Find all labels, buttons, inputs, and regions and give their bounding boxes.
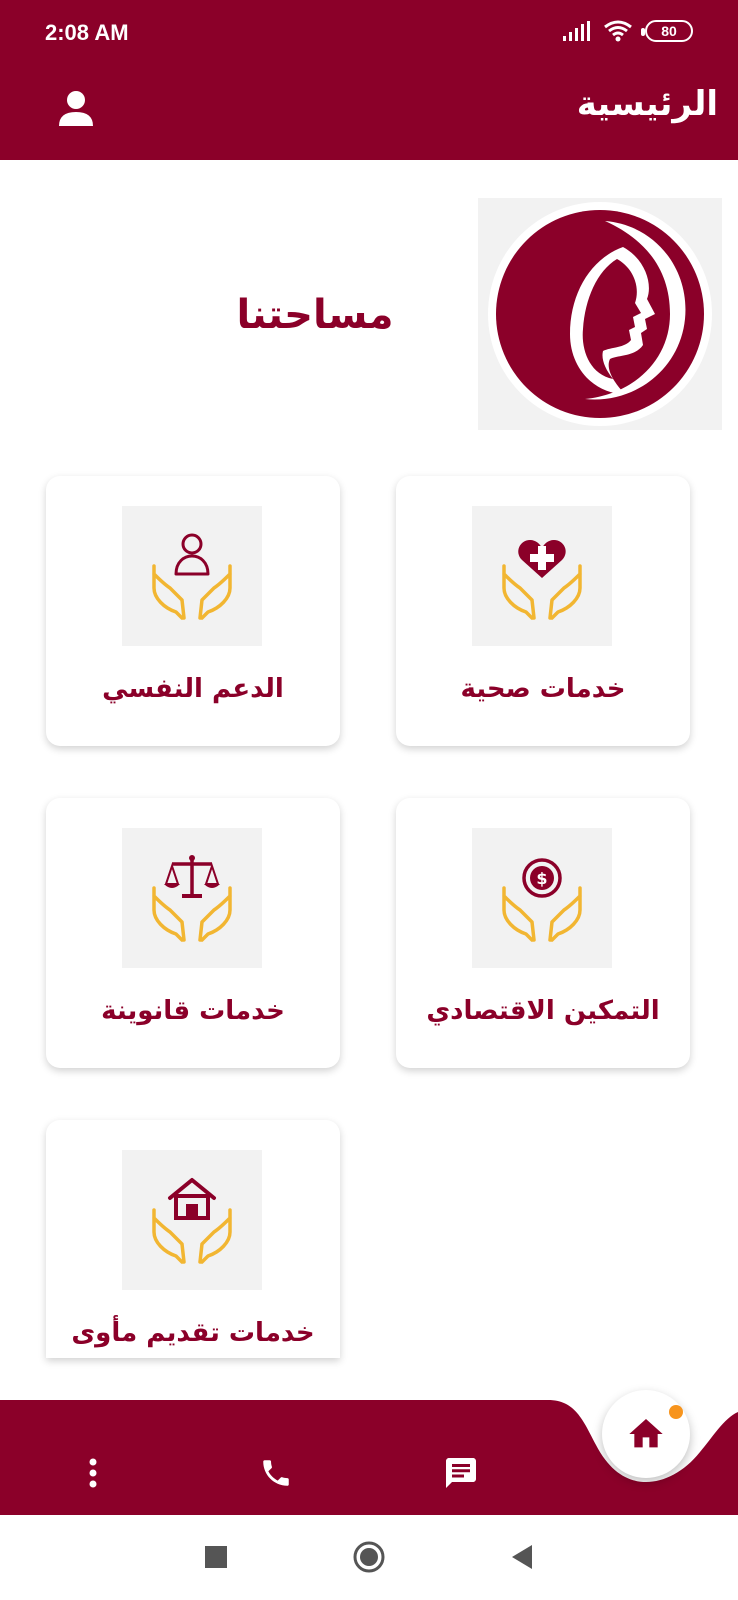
card-health-services[interactable]: خدمات صحية: [396, 476, 690, 746]
brand-logo: [478, 198, 722, 430]
battery-indicator: 80: [641, 20, 693, 42]
card-icon-tile: [472, 506, 612, 646]
card-psychological-support[interactable]: الدعم النفسي: [46, 476, 340, 746]
card-shelter-services[interactable]: خدمات تقديم مأوى: [46, 1120, 340, 1358]
app-bar: 2:08 AM 80 الرئيسية: [0, 0, 738, 160]
user-icon[interactable]: [56, 88, 96, 128]
back-triangle-icon: [512, 1545, 532, 1569]
card-label: خدمات تقديم مأوى: [71, 1318, 315, 1348]
circle-icon: [353, 1541, 385, 1573]
heart-plus-hands-icon: [502, 540, 582, 620]
card-label: خدمات قانوينة: [101, 996, 285, 1026]
signal-icon: [563, 21, 590, 41]
notification-dot: [669, 1405, 683, 1419]
phone-icon: [263, 1460, 289, 1486]
card-label: الدعم النفسي: [102, 674, 284, 704]
more-button[interactable]: [70, 1450, 116, 1496]
house-hands-icon: [152, 1178, 232, 1264]
battery-level: 80: [661, 23, 677, 39]
status-icons: 80: [563, 20, 693, 42]
brand-name: مساحتنا: [236, 292, 394, 338]
home-icon: [629, 1419, 663, 1448]
square-icon: [205, 1546, 227, 1568]
card-legal-services[interactable]: خدمات قانوينة: [46, 798, 340, 1068]
card-icon-tile: $: [472, 828, 612, 968]
card-label: خدمات صحية: [460, 674, 626, 704]
wifi-icon: [604, 20, 632, 42]
call-button[interactable]: [253, 1450, 299, 1496]
card-icon-tile: [122, 828, 262, 968]
dollar-coin-hands-icon: $: [502, 858, 582, 942]
card-economic-empowerment[interactable]: $ التمكين الاقتصادي: [396, 798, 690, 1068]
recents-button[interactable]: [194, 1535, 238, 1579]
more-vert-icon: [89, 1458, 97, 1488]
card-label: التمكين الاقتصادي: [426, 996, 660, 1026]
system-home-button[interactable]: [347, 1535, 391, 1579]
card-icon-tile: [122, 1150, 262, 1290]
back-button[interactable]: [500, 1535, 544, 1579]
status-time: 2:08 AM: [45, 20, 129, 45]
scales-hands-icon: [152, 855, 232, 942]
chat-icon: [446, 1458, 476, 1488]
home-button[interactable]: [602, 1390, 690, 1478]
chat-button[interactable]: [438, 1450, 484, 1496]
app-root: 2:08 AM 80 الرئيسية مساحتنا خدمات صحية ا…: [0, 0, 738, 1600]
woman-profile-logo: [488, 202, 712, 426]
person-hands-icon: [152, 533, 232, 620]
page-title: الرئيسية: [576, 84, 718, 124]
svg-text:$: $: [536, 869, 547, 888]
card-icon-tile: [122, 506, 262, 646]
